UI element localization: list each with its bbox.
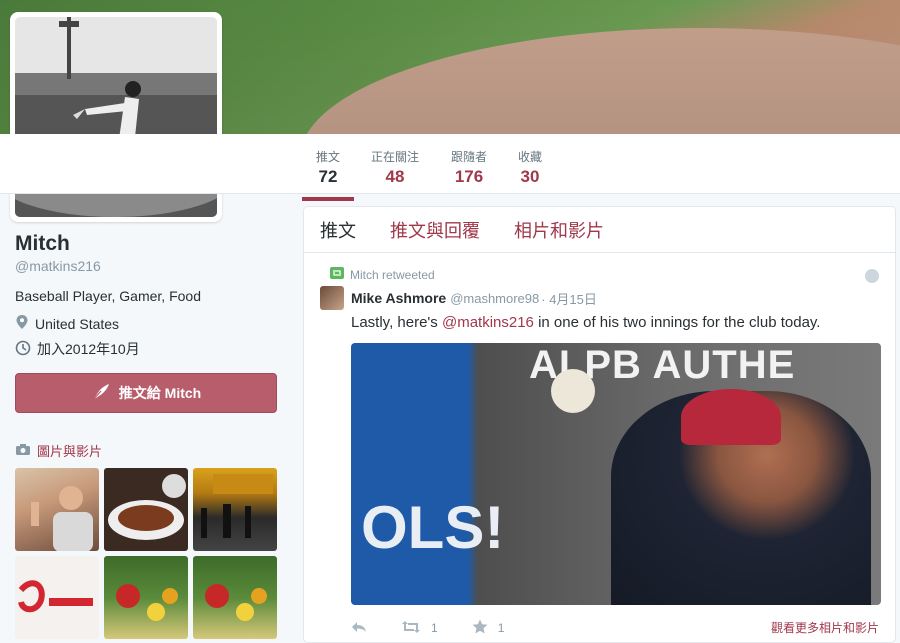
tweet-text-before: Lastly, here's — [351, 314, 442, 331]
timeline-tabs: 推文 推文與回覆 相片和影片 — [304, 207, 895, 253]
tab-photos-and-videos[interactable]: 相片和影片 — [514, 217, 604, 243]
media-thumbnail[interactable] — [193, 468, 277, 551]
tweet-actions: 1 1 觀看更多相片和影片 — [351, 619, 879, 637]
clock-icon — [15, 340, 31, 359]
stat-following[interactable]: 正在關注 48 — [371, 148, 419, 187]
profile-location: United States — [15, 314, 280, 333]
stat-value: 72 — [318, 167, 338, 186]
media-thumbnail[interactable] — [104, 556, 188, 639]
profile-card: Mitch @matkins216 Baseball Player, Gamer… — [15, 232, 280, 639]
profile-nav: 推文 72 正在關注 48 跟隨者 176 收藏 30 — [0, 134, 900, 201]
camera-icon — [15, 443, 31, 459]
stat-label: 收藏 — [518, 150, 543, 164]
retweet-arrows-icon — [401, 620, 421, 637]
retweet-count: 1 — [431, 621, 438, 635]
stat-favorites[interactable]: 收藏 30 — [518, 148, 542, 187]
view-more-media-link[interactable]: 觀看更多相片和影片 — [771, 619, 879, 636]
tweet-photo[interactable]: ALPB AUTHE OLS! — [351, 343, 881, 605]
media-thumbnails — [15, 468, 280, 639]
profile-joined: 加入2012年10月 — [15, 339, 280, 359]
tab-tweets[interactable]: 推文 — [320, 217, 356, 243]
stat-followers[interactable]: 跟隨者 176 — [451, 148, 487, 187]
stat-tweets[interactable]: 推文 72 — [301, 148, 355, 201]
tweet-author-name[interactable]: Mike Ashmore — [351, 290, 446, 306]
tweet-item[interactable]: Mitch retweeted Mike Ashmore @mashmore98… — [304, 253, 895, 637]
star-icon — [472, 619, 488, 637]
media-heading-label: 圖片與影片 — [37, 444, 103, 459]
favorite-action[interactable]: 1 — [472, 619, 505, 637]
stat-value: 176 — [454, 167, 484, 186]
stat-label: 推文 — [316, 150, 341, 164]
media-thumbnail[interactable] — [104, 468, 188, 551]
tweet-text: Lastly, here's @matkins216 in one of his… — [351, 314, 879, 331]
retweet-action[interactable]: 1 — [401, 620, 438, 637]
feather-icon — [91, 383, 111, 404]
profile-handle[interactable]: @matkins216 — [15, 258, 280, 274]
profile-name[interactable]: Mitch — [15, 232, 280, 256]
stat-value: 48 — [385, 167, 405, 186]
photo-cap — [681, 389, 781, 445]
photo-banner-text: OLS! — [361, 494, 505, 561]
reply-icon — [351, 621, 367, 636]
retweet-context: Mitch retweeted — [330, 267, 879, 282]
tweet-author-avatar[interactable] — [320, 286, 344, 310]
location-text: United States — [35, 315, 120, 332]
profile-bio: Baseball Player, Gamer, Food — [15, 288, 201, 304]
tweet-author-handle[interactable]: @mashmore98 — [450, 291, 539, 306]
media-thumbnail[interactable] — [15, 556, 99, 639]
tweet-header: Mike Ashmore @mashmore98 · 4月15日 — [320, 286, 879, 310]
globe-icon[interactable] — [865, 269, 879, 283]
tweet-to-button[interactable]: 推文給 Mitch — [15, 373, 277, 413]
tab-tweets-and-replies[interactable]: 推文與回覆 — [390, 217, 480, 243]
media-thumbnail[interactable] — [15, 468, 99, 551]
media-thumbnail[interactable] — [193, 556, 277, 639]
media-heading[interactable]: 圖片與影片 — [15, 441, 280, 460]
stat-value: 30 — [520, 167, 540, 186]
tweet-mention-link[interactable]: @matkins216 — [442, 314, 534, 331]
tweet-to-label: 推文給 Mitch — [118, 385, 202, 401]
location-pin-icon — [15, 314, 29, 333]
joined-text: 加入2012年10月 — [37, 341, 140, 357]
retweet-icon — [330, 267, 344, 282]
reply-action[interactable] — [351, 621, 367, 636]
retweet-context-text[interactable]: Mitch retweeted — [350, 268, 435, 282]
tweet-text-after: in one of his two innings for the club t… — [533, 314, 821, 331]
tweet-timestamp[interactable]: · 4月15日 — [541, 289, 597, 308]
stat-label: 跟隨者 — [451, 150, 488, 164]
photo-baseball — [551, 369, 595, 413]
favorite-count: 1 — [497, 621, 505, 635]
timeline: 推文 推文與回覆 相片和影片 Mitch retweeted Mike Ashm… — [303, 206, 896, 643]
stat-label: 正在關注 — [371, 150, 420, 164]
